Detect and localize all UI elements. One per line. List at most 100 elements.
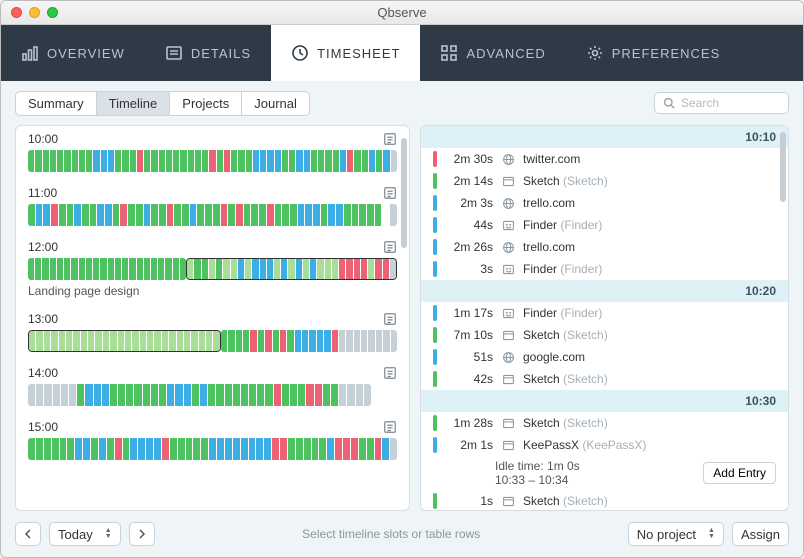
timeline-segment[interactable] <box>317 259 323 279</box>
timeline-segment[interactable] <box>264 438 271 460</box>
detail-entry[interactable]: 1sSketch (Sketch) <box>421 490 788 510</box>
timeline-segment[interactable] <box>246 150 252 172</box>
timeline-segment[interactable] <box>311 150 317 172</box>
timeline-segment[interactable] <box>209 150 215 172</box>
timeline-bar[interactable] <box>186 258 397 280</box>
timeline-segment[interactable] <box>182 204 189 226</box>
timeline-segment[interactable] <box>190 204 197 226</box>
date-select[interactable]: Today ▲▼ <box>49 522 121 546</box>
timeline-segment[interactable] <box>296 150 302 172</box>
timeline-segment[interactable] <box>233 384 240 406</box>
timeline-segment[interactable] <box>252 259 258 279</box>
timeline-segment[interactable] <box>91 438 98 460</box>
timeline-segment[interactable] <box>44 438 51 460</box>
timeline-segment[interactable] <box>303 259 309 279</box>
timeline-segment[interactable] <box>273 330 279 352</box>
timeline-segment[interactable] <box>151 204 158 226</box>
timeline-segment[interactable] <box>94 384 101 406</box>
timeline-segment[interactable] <box>50 150 56 172</box>
timeline-segment[interactable] <box>95 331 101 351</box>
timeline-bar[interactable] <box>221 330 397 352</box>
timeline-segment[interactable] <box>28 384 35 406</box>
timeline-segment[interactable] <box>51 204 58 226</box>
timeline-segment[interactable] <box>29 331 35 351</box>
timeline-segment[interactable] <box>28 438 35 460</box>
timeline-segment[interactable] <box>165 258 171 280</box>
timeline-segment[interactable] <box>107 438 114 460</box>
timeline-segment[interactable] <box>362 150 368 172</box>
timeline-segment[interactable] <box>323 384 330 406</box>
timeline-segment[interactable] <box>61 384 68 406</box>
timeline-segment[interactable] <box>223 259 229 279</box>
timeline-segment[interactable] <box>132 331 138 351</box>
timeline-segment[interactable] <box>99 438 106 460</box>
detail-entry[interactable]: 42sSketch (Sketch) <box>421 368 788 390</box>
timeline-segment[interactable] <box>93 258 99 280</box>
timeline-segment[interactable] <box>151 384 158 406</box>
nav-details[interactable]: DETAILS <box>145 25 271 81</box>
timeline-segment[interactable] <box>213 331 219 351</box>
timeline-segment[interactable] <box>213 204 220 226</box>
detail-entry[interactable]: 51sgoogle.com <box>421 346 788 368</box>
timeline-segment[interactable] <box>354 150 360 172</box>
timeline-segment[interactable] <box>35 258 41 280</box>
timeline-segment[interactable] <box>28 258 34 280</box>
timeline-segment[interactable] <box>306 384 313 406</box>
timeline-segment[interactable] <box>390 259 396 279</box>
timeline-segment[interactable] <box>158 258 164 280</box>
timeline-segment[interactable] <box>375 438 382 460</box>
timeline-segment[interactable] <box>42 258 48 280</box>
timeline-segment[interactable] <box>184 384 191 406</box>
timeline-bar[interactable] <box>28 150 397 172</box>
timeline-segment[interactable] <box>332 259 338 279</box>
timeline-segment[interactable] <box>136 204 143 226</box>
timeline-segment[interactable] <box>282 204 289 226</box>
timeline-segment[interactable] <box>73 331 79 351</box>
timeline-segment[interactable] <box>216 384 223 406</box>
timeline-segment[interactable] <box>123 438 130 460</box>
timeline-segment[interactable] <box>383 150 389 172</box>
timeline-segment[interactable] <box>90 204 97 226</box>
timeline-segment[interactable] <box>231 259 237 279</box>
tab-journal[interactable]: Journal <box>242 92 309 115</box>
timeline-segment[interactable] <box>310 259 316 279</box>
timeline-segment[interactable] <box>367 438 374 460</box>
timeline-segment[interactable] <box>289 150 295 172</box>
timeline-segment[interactable] <box>368 259 374 279</box>
timeline-segment[interactable] <box>88 331 94 351</box>
timeline-segment[interactable] <box>275 150 281 172</box>
timeline-segment[interactable] <box>243 330 249 352</box>
timeline-segment[interactable] <box>256 438 263 460</box>
timeline-segment[interactable] <box>151 258 157 280</box>
timeline-segment[interactable] <box>302 330 308 352</box>
detail-entry[interactable]: 3sFinder (Finder) <box>421 258 788 280</box>
timeline-segment[interactable] <box>319 438 326 460</box>
timeline-segment[interactable] <box>340 150 346 172</box>
timeline-segment[interactable] <box>174 204 181 226</box>
timeline-segment[interactable] <box>126 384 133 406</box>
timeline-segment[interactable] <box>74 204 81 226</box>
note-icon[interactable] <box>383 186 397 200</box>
detail-entry[interactable]: 2m 1sKeePassX (KeePassX) <box>421 434 788 456</box>
timeline-segment[interactable] <box>86 150 92 172</box>
timeline-segment[interactable] <box>233 438 240 460</box>
timeline-segment[interactable] <box>118 331 124 351</box>
timeline-segment[interactable] <box>137 258 143 280</box>
timeline-segment[interactable] <box>315 384 322 406</box>
timeline-segment[interactable] <box>369 150 375 172</box>
minimize-icon[interactable] <box>29 7 40 18</box>
timeline-segment[interactable] <box>130 150 136 172</box>
timeline-segment[interactable] <box>60 438 67 460</box>
timeline-segment[interactable] <box>102 384 109 406</box>
timeline-segment[interactable] <box>339 259 345 279</box>
timeline-segment[interactable] <box>167 384 174 406</box>
timeline-segment[interactable] <box>335 438 342 460</box>
timeline-segment[interactable] <box>35 150 41 172</box>
timeline-segment[interactable] <box>118 384 125 406</box>
timeline-segment[interactable] <box>351 438 358 460</box>
timeline-segment[interactable] <box>228 204 235 226</box>
timeline-segment[interactable] <box>202 150 208 172</box>
detail-entry[interactable]: 2m 14sSketch (Sketch) <box>421 170 788 192</box>
timeline-segment[interactable] <box>184 331 190 351</box>
nav-preferences[interactable]: PREFERENCES <box>566 25 741 81</box>
